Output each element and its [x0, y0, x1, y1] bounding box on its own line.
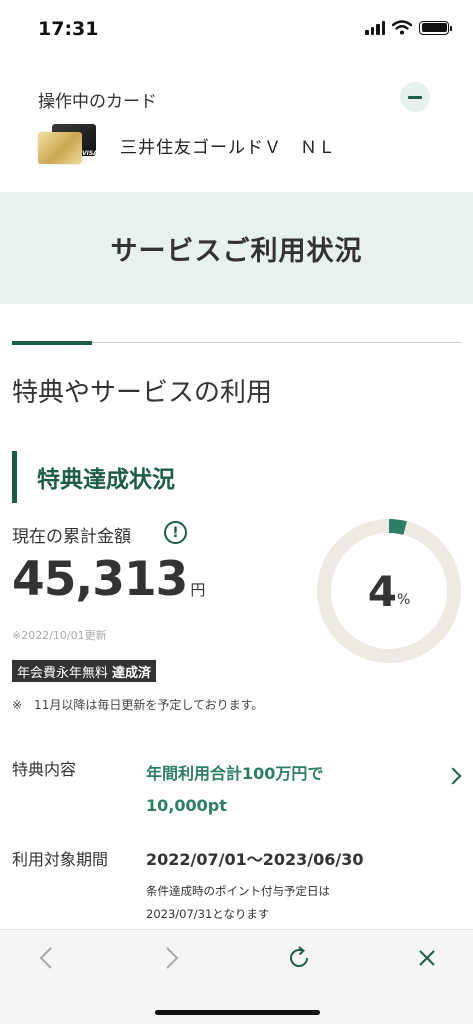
card-thumbnail: VISA [38, 124, 98, 166]
progress-percent-unit: % [396, 592, 411, 608]
card-name: 三井住友ゴールドＶ ＮＬ [120, 138, 336, 158]
achievement-header: 特典達成状況 [12, 451, 175, 503]
update-notice: ※ 11月以降は毎日更新を予定しております。 [12, 698, 264, 712]
progress-percent: 4 [367, 566, 397, 616]
cellular-signal-icon [365, 20, 385, 35]
status-badge: 年会費永年無料 達成済 [12, 660, 157, 682]
section-divider-accent [12, 341, 92, 345]
period-note: 条件達成時のポイント付与予定日は 2023/07/31となります [146, 880, 330, 926]
reload-icon [290, 946, 308, 967]
status-badge-status: 達成済 [112, 665, 152, 681]
benefit-value-line2: 10,000pt [146, 796, 227, 815]
status-bar: 17:31 [0, 0, 473, 60]
chevron-right-icon [166, 947, 179, 969]
benefit-label: 特典内容 [12, 760, 77, 779]
period-note-line1: 条件達成時のポイント付与予定日は [146, 884, 330, 898]
total-amount: 45,313 円 [12, 552, 205, 607]
achievement-header-label: 特典達成状況 [37, 467, 175, 493]
total-amount-label: 現在の累計金額 [12, 527, 131, 547]
status-badge-text: 年会費永年無料 [17, 665, 109, 681]
total-amount-unit: 円 [190, 581, 206, 599]
status-time: 17:31 [38, 18, 99, 40]
wifi-icon [392, 20, 412, 35]
battery-icon [419, 20, 452, 35]
period-label: 利用対象期間 [12, 850, 109, 869]
period-value: 2022/07/01〜2023/06/30 [146, 850, 364, 869]
forward-button[interactable] [152, 940, 192, 976]
status-icons [365, 20, 452, 35]
total-amount-value: 45,313 [12, 552, 188, 607]
period-note-line2: 2023/07/31となります [146, 907, 270, 921]
update-date-note: ※2022/10/01更新 [12, 629, 107, 642]
back-button[interactable] [26, 940, 66, 976]
benefit-value-line1: 年間利用合計100万円で [146, 764, 324, 783]
chevron-right-icon[interactable] [444, 767, 462, 785]
home-indicator [155, 1010, 320, 1015]
reload-button[interactable] [279, 940, 319, 976]
collapse-card-button[interactable] [400, 82, 430, 112]
chevron-left-icon [39, 947, 52, 969]
visa-logo: VISA [82, 150, 98, 157]
page-title: サービスご利用状況 [110, 235, 363, 267]
benefit-value[interactable]: 年間利用合計100万円で 10,000pt [146, 758, 323, 822]
section-title: 特典やサービスの利用 [12, 378, 273, 408]
page-banner: サービスご利用状況 [0, 192, 473, 304]
current-card-label: 操作中のカード [38, 92, 157, 112]
browser-toolbar [0, 929, 473, 1024]
minus-icon [408, 95, 422, 99]
close-icon [419, 950, 435, 966]
info-icon[interactable]: ! [164, 521, 187, 544]
progress-label: 4 % [316, 518, 462, 664]
close-button[interactable] [407, 940, 447, 976]
